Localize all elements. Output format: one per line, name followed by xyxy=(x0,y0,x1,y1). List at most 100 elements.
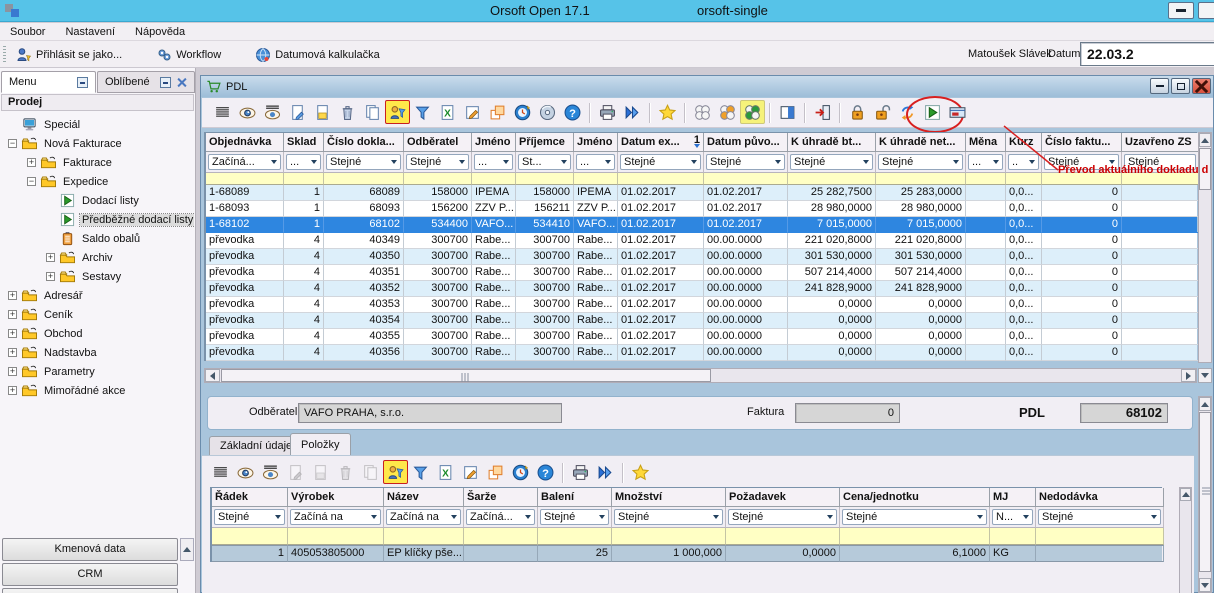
pdl-minimize-button[interactable] xyxy=(1150,78,1169,94)
column-header[interactable]: Nedodávka xyxy=(1036,488,1164,507)
expand-icon[interactable]: + xyxy=(8,310,17,319)
sidebar-item[interactable]: +Nadstavba xyxy=(0,343,194,362)
sidebar-item[interactable]: Speciál xyxy=(0,115,194,134)
pdl-titlebar[interactable]: PDL xyxy=(201,76,1213,97)
column-header[interactable]: Příjemce xyxy=(516,133,574,152)
user-filter-icon[interactable] xyxy=(383,460,408,484)
search-cell[interactable] xyxy=(704,173,788,185)
sidebar-item[interactable]: −Expedice xyxy=(0,172,194,191)
sidebar-item[interactable]: +Sestavy xyxy=(0,267,194,286)
grid-hscrollbar[interactable] xyxy=(204,368,1197,383)
filter-dropdown[interactable]: Začíná... xyxy=(466,509,535,525)
filter-dropdown[interactable]: Stejné xyxy=(214,509,285,525)
batch-actions-icon[interactable] xyxy=(593,460,618,484)
favorites-icon[interactable] xyxy=(655,100,680,124)
detail-vscrollbar[interactable] xyxy=(1198,396,1212,593)
table-row[interactable]: převodka440349300700Rabe...300700Rabe...… xyxy=(206,233,1197,249)
print-icon[interactable] xyxy=(595,100,620,124)
filter-dropdown[interactable]: ... xyxy=(474,154,513,170)
search-cell[interactable] xyxy=(404,173,472,185)
tab-favorites[interactable]: Oblíbené xyxy=(97,71,195,93)
batch-actions-icon[interactable] xyxy=(620,100,645,124)
search-cell[interactable] xyxy=(464,528,538,545)
menu-item-1[interactable]: Nastavení xyxy=(63,25,117,39)
favorites-icon[interactable] xyxy=(628,460,653,484)
column-header[interactable]: Datum ex...1 xyxy=(618,133,704,152)
expand-icon[interactable]: + xyxy=(8,367,17,376)
eye-icon[interactable] xyxy=(233,460,258,484)
expand-icon[interactable]: + xyxy=(46,272,55,281)
filter-dropdown[interactable]: Stejné xyxy=(620,154,701,170)
column-header[interactable]: Požadavek xyxy=(726,488,840,507)
sidebar-item[interactable]: +Mimořádné akce xyxy=(0,381,194,400)
scroll-up-icon[interactable] xyxy=(1199,397,1211,411)
delete-icon[interactable] xyxy=(333,460,358,484)
filter-dropdown[interactable]: ... xyxy=(286,154,321,170)
sidebar-item[interactable]: +Ceník xyxy=(0,305,194,324)
scroll-up-icon[interactable] xyxy=(180,538,194,561)
column-header[interactable]: Výrobek xyxy=(288,488,384,507)
search-cell[interactable] xyxy=(288,528,384,545)
invoice-card-icon[interactable] xyxy=(945,100,970,124)
panel-icon[interactable] xyxy=(775,100,800,124)
search-cell[interactable] xyxy=(206,173,284,185)
filter-dropdown[interactable]: Stejné xyxy=(540,509,609,525)
module-button-kmenova-data[interactable]: Kmenová data xyxy=(2,538,178,561)
column-header[interactable]: Datum půvo... xyxy=(704,133,788,152)
delete-icon[interactable] xyxy=(335,100,360,124)
search-cell[interactable] xyxy=(384,528,464,545)
table-row[interactable]: převodka440355300700Rabe...300700Rabe...… xyxy=(206,329,1197,345)
pdl-maximize-button[interactable] xyxy=(1171,78,1190,94)
detail-vscroll-thumb[interactable] xyxy=(1199,412,1211,572)
filter-dropdown[interactable]: Stejné xyxy=(614,509,723,525)
search-cell[interactable] xyxy=(726,528,840,545)
login-as-button[interactable]: Přihlásit se jako... xyxy=(12,45,126,65)
filter-dropdown[interactable]: .. xyxy=(1008,154,1039,170)
table-row[interactable]: převodka440352300700Rabe...300700Rabe...… xyxy=(206,281,1197,297)
filter-dropdown[interactable]: ... xyxy=(576,154,615,170)
table-row[interactable]: 1405053805000EP klíčky pše...251 000,000… xyxy=(212,545,1162,562)
column-header[interactable]: Název xyxy=(384,488,464,507)
menu-item-0[interactable]: Soubor xyxy=(8,25,47,39)
eye-lines-icon[interactable] xyxy=(258,460,283,484)
module-button-partial[interactable] xyxy=(2,588,178,593)
table-row[interactable]: 1-68102168102534400VAFO...534410VAFO...0… xyxy=(206,217,1197,233)
search-cell[interactable] xyxy=(966,173,1006,185)
filter-dropdown[interactable]: Začíná na xyxy=(386,509,461,525)
search-cell[interactable] xyxy=(1006,173,1042,185)
module-button-crm[interactable]: CRM xyxy=(2,563,178,586)
excel-export-icon[interactable]: X xyxy=(433,460,458,484)
table-row[interactable]: převodka440353300700Rabe...300700Rabe...… xyxy=(206,297,1197,313)
sidebar-item[interactable]: +Fakturace xyxy=(0,153,194,172)
date-field[interactable]: 22.03.2 xyxy=(1080,42,1214,66)
eye-lines-icon[interactable] xyxy=(260,100,285,124)
expand-icon[interactable]: + xyxy=(46,253,55,262)
tab-polozky[interactable]: Položky xyxy=(290,433,351,455)
column-header[interactable]: Jméno xyxy=(574,133,618,152)
user-filter-icon[interactable] xyxy=(385,100,410,124)
filter-icon[interactable] xyxy=(408,460,433,484)
expand-icon[interactable]: + xyxy=(8,348,17,357)
close-icon[interactable] xyxy=(176,77,187,88)
column-header[interactable]: Odběratel xyxy=(404,133,472,152)
column-header[interactable]: Jméno xyxy=(472,133,516,152)
expand-icon[interactable]: + xyxy=(27,158,36,167)
column-header[interactable]: Měna xyxy=(966,133,1006,152)
table-row[interactable]: převodka440354300700Rabe...300700Rabe...… xyxy=(206,313,1197,329)
search-cell[interactable] xyxy=(284,173,324,185)
column-header[interactable]: Číslo dokla... xyxy=(324,133,404,152)
menu-item-2[interactable]: Nápověda xyxy=(133,25,187,39)
filter-dropdown[interactable]: N... xyxy=(992,509,1033,525)
transfer-document-icon[interactable] xyxy=(920,100,945,124)
scroll-up-icon[interactable] xyxy=(1199,133,1211,147)
sidebar-item[interactable]: Předběžné dodací listy xyxy=(0,210,194,229)
table-row[interactable]: převodka440350300700Rabe...300700Rabe...… xyxy=(206,249,1197,265)
search-cell[interactable] xyxy=(990,528,1036,545)
expand-icon[interactable]: + xyxy=(8,329,17,338)
copy-document-icon[interactable] xyxy=(358,460,383,484)
filter-dropdown[interactable]: Stejné xyxy=(878,154,963,170)
search-cell[interactable] xyxy=(788,173,876,185)
search-cell[interactable] xyxy=(212,528,288,545)
table-row[interactable]: převodka440351300700Rabe...300700Rabe...… xyxy=(206,265,1197,281)
history-icon[interactable] xyxy=(508,460,533,484)
